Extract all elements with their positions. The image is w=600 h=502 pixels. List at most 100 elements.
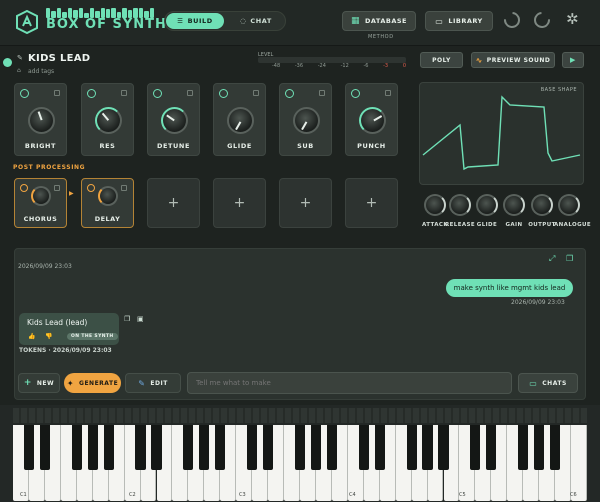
add-effect-slot[interactable]: +: [345, 178, 398, 228]
black-key[interactable]: [406, 425, 417, 470]
envelope-label: ANALOGUE: [554, 222, 592, 228]
power-icon[interactable]: [153, 89, 162, 98]
lock-icon[interactable]: [121, 90, 127, 96]
lock-icon[interactable]: [187, 90, 193, 96]
chorus-knob[interactable]: [31, 186, 51, 206]
database-button[interactable]: ▦ DATABASE: [342, 11, 416, 31]
black-key[interactable]: [310, 425, 322, 470]
bot-message-bubble: Kids Lead (lead) 👍 👎 ON THE SYNTH: [19, 313, 119, 345]
piano-keyboard[interactable]: [13, 425, 587, 501]
envelope-label: OUTPUT: [528, 222, 556, 228]
lock-icon[interactable]: [385, 90, 391, 96]
release-knob[interactable]: [449, 194, 471, 216]
black-key[interactable]: [486, 425, 497, 470]
base-shape-display[interactable]: BASE SHAPE: [419, 82, 584, 185]
black-key[interactable]: [183, 425, 194, 470]
new-button[interactable]: + NEW: [18, 373, 60, 393]
black-key[interactable]: [518, 425, 529, 470]
preview-sound-button[interactable]: ∿ PREVIEW SOUND: [471, 52, 555, 68]
envelope-label: GAIN: [505, 222, 523, 228]
black-key[interactable]: [215, 425, 226, 470]
effect-chorus[interactable]: CHORUS: [14, 178, 67, 228]
black-key[interactable]: [422, 425, 433, 470]
black-key[interactable]: [550, 425, 561, 470]
lock-icon[interactable]: [121, 185, 127, 191]
detune-knob[interactable]: [161, 107, 188, 134]
collapse-toggle-icon[interactable]: [3, 58, 12, 67]
power-icon[interactable]: [87, 184, 95, 192]
chats-button[interactable]: ▭ CHATS: [518, 373, 578, 393]
patch-name[interactable]: KIDS LEAD: [28, 53, 90, 64]
tags-input[interactable]: add tags: [28, 68, 54, 75]
settings-gear-icon[interactable]: ✲: [566, 12, 580, 27]
add-effect-slot[interactable]: +: [147, 178, 200, 228]
black-key[interactable]: [71, 425, 82, 470]
black-key[interactable]: [103, 425, 114, 470]
edit-pencil-icon[interactable]: ✎: [17, 54, 23, 62]
plus-icon: +: [23, 378, 32, 388]
lock-icon[interactable]: [54, 90, 60, 96]
black-key[interactable]: [534, 425, 545, 470]
delay-knob[interactable]: [98, 186, 118, 206]
poly-label: POLY: [432, 56, 451, 64]
lock-icon[interactable]: [54, 185, 60, 191]
play-button[interactable]: ▶: [562, 52, 584, 68]
on-synth-badge: ON THE SYNTH: [67, 333, 118, 340]
copy-icon[interactable]: ❐: [124, 315, 130, 323]
tokens-line: TOKENS · 2026/09/09 23:03: [19, 347, 112, 354]
effect-delay[interactable]: DELAY: [81, 178, 134, 228]
black-key[interactable]: [151, 425, 162, 470]
chat-input[interactable]: [187, 372, 512, 394]
res-knob[interactable]: [95, 107, 122, 134]
gain-knob[interactable]: [503, 194, 525, 216]
edit-button[interactable]: ✎ EDIT: [125, 373, 181, 393]
sub-knob[interactable]: [293, 107, 320, 134]
thumbs-down-icon[interactable]: 👎: [45, 333, 52, 340]
pitch-strip[interactable]: [13, 408, 587, 423]
power-icon[interactable]: [87, 89, 96, 98]
save-icon[interactable]: ▣: [137, 315, 144, 323]
black-key[interactable]: [23, 425, 35, 470]
black-key[interactable]: [326, 425, 337, 470]
black-key[interactable]: [87, 425, 98, 470]
chat-bubble-icon: ▭: [529, 378, 538, 388]
black-key[interactable]: [470, 425, 481, 470]
punch-knob[interactable]: [359, 107, 386, 134]
black-key[interactable]: [294, 425, 306, 470]
attack-knob[interactable]: [424, 194, 446, 216]
black-key[interactable]: [135, 425, 146, 470]
module-bright: BRIGHT: [14, 83, 67, 156]
library-button[interactable]: ▭ LIBRARY: [425, 11, 493, 31]
white-key[interactable]: [571, 425, 587, 501]
black-key[interactable]: [263, 425, 274, 470]
analogue-knob[interactable]: [558, 194, 580, 216]
chat-mode-button[interactable]: ◌ CHAT: [227, 13, 285, 29]
add-effect-slot[interactable]: +: [213, 178, 266, 228]
glide-knob[interactable]: [227, 107, 254, 134]
power-icon[interactable]: [20, 89, 29, 98]
output-knob[interactable]: [531, 194, 553, 216]
bright-knob[interactable]: [28, 107, 55, 134]
add-effect-slot[interactable]: +: [279, 178, 332, 228]
power-icon[interactable]: [285, 89, 294, 98]
expand-icon[interactable]: ⤢: [549, 254, 555, 264]
black-key[interactable]: [358, 425, 369, 470]
power-icon[interactable]: [219, 89, 228, 98]
generate-button[interactable]: ✦ GENERATE: [64, 373, 121, 393]
black-key[interactable]: [39, 425, 50, 470]
glide-env-knob[interactable]: [476, 194, 498, 216]
copy-chat-icon[interactable]: ❐: [566, 254, 573, 263]
black-key[interactable]: [199, 425, 210, 470]
black-key[interactable]: [438, 425, 449, 470]
black-key[interactable]: [374, 425, 385, 470]
build-mode-button[interactable]: ☰ BUILD: [166, 13, 224, 29]
power-icon[interactable]: [351, 89, 360, 98]
edit-pencil-icon: ✎: [138, 378, 146, 388]
power-icon[interactable]: [20, 184, 28, 192]
lock-icon[interactable]: [253, 90, 259, 96]
module-label: GLIDE: [227, 142, 252, 150]
thumbs-up-icon[interactable]: 👍: [28, 333, 35, 340]
black-key[interactable]: [247, 425, 258, 470]
lock-icon[interactable]: [319, 90, 325, 96]
poly-button[interactable]: POLY: [420, 52, 463, 68]
